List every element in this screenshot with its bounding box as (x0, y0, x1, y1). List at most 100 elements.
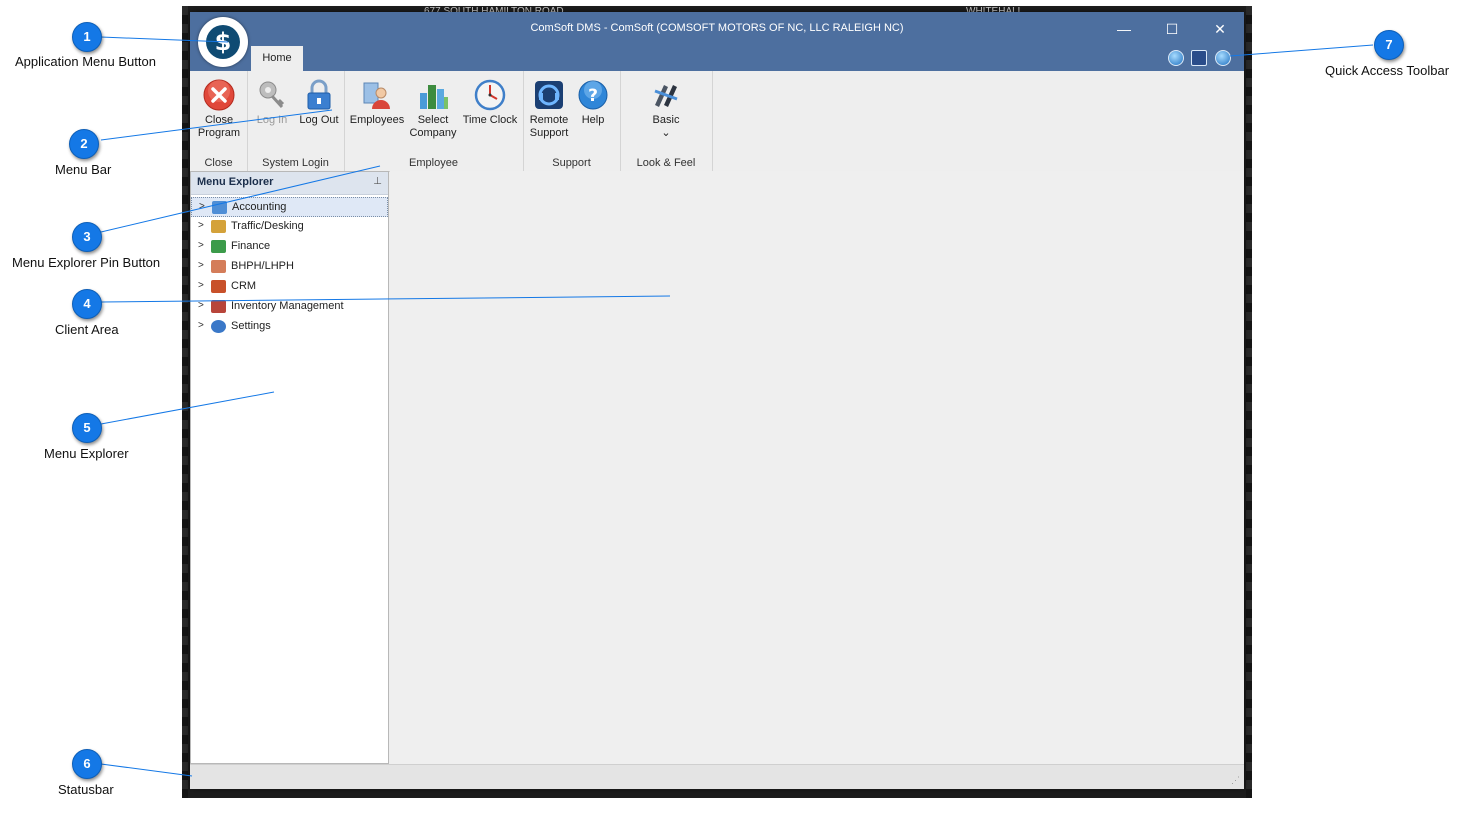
ribbon-group-label: Close (204, 157, 233, 169)
money-icon (211, 240, 226, 253)
tree-item-accounting[interactable]: > Accounting (191, 197, 388, 217)
background-stripe (1246, 6, 1252, 798)
tree-item-label: Traffic/Desking (231, 220, 304, 232)
callout-line (100, 763, 193, 777)
time-clock-label: Time Clock (462, 114, 518, 126)
qat-info-icon[interactable] (1215, 50, 1231, 66)
tree-item-crm[interactable]: > CRM (191, 277, 388, 297)
ribbon-group-label: Support (552, 157, 591, 169)
log-in-button[interactable]: Log In (253, 79, 291, 127)
tree-item-label: Settings (231, 320, 271, 332)
close-program-label-1: Close (204, 114, 234, 126)
tree-item-finance[interactable]: > Finance (191, 237, 388, 257)
tree-item-label: Accounting (232, 201, 287, 213)
company-icon (420, 85, 448, 109)
close-window-button[interactable]: ✕ (1205, 18, 1235, 40)
callout-badge: 7 (1374, 30, 1404, 60)
close-program-button[interactable]: Close Program (194, 79, 244, 140)
key-icon (259, 81, 285, 109)
menu-explorer-header: Menu Explorer ⊥ (191, 172, 388, 195)
maximize-button[interactable]: ☐ (1157, 18, 1187, 40)
remote-support-label-1: Remote (529, 114, 569, 126)
ribbon-group-employee: Employees Select Company Time Clock Empl… (344, 71, 524, 171)
chevron-right-icon[interactable]: > (198, 260, 204, 271)
callout-badge: 5 (72, 413, 102, 443)
select-company-label-1: Select (417, 114, 449, 126)
help-button[interactable]: ? Help (575, 79, 611, 127)
ribbon-menu-bar: Close Program Close Log In Log Out Syste… (190, 71, 1244, 172)
chevron-right-icon[interactable]: > (198, 240, 204, 251)
application-window: ComSoft DMS - ComSoft (COMSOFT MOTORS OF… (190, 12, 1244, 789)
callout-badge: 4 (72, 289, 102, 319)
chevron-right-icon[interactable]: > (198, 280, 204, 291)
minimize-button[interactable]: — (1109, 18, 1139, 40)
qat-remote-support-icon[interactable] (1191, 50, 1207, 66)
help-label: Help (581, 114, 605, 126)
ribbon-group-look-and-feel: Basic ⌄ Look & Feel (620, 71, 713, 171)
signpost-icon (211, 220, 226, 233)
tree-item-label: BHPH/LHPH (231, 260, 294, 272)
tree-item-settings[interactable]: > Settings (191, 317, 388, 337)
chevron-right-icon[interactable]: > (199, 201, 205, 212)
ribbon-group-label: Look & Feel (636, 157, 696, 169)
ribbon-group-label: System Login (262, 157, 329, 169)
log-out-button[interactable]: Log Out (296, 79, 342, 127)
menu-explorer-title: Menu Explorer (197, 176, 274, 188)
tree-item-bhph-lhph[interactable]: > BHPH/LHPH (191, 257, 388, 277)
clock-icon (474, 79, 506, 111)
tree-item-label: CRM (231, 280, 257, 292)
title-bar: ComSoft DMS - ComSoft (COMSOFT MOTORS OF… (190, 12, 1244, 71)
remote-support-label-2: Support (529, 127, 569, 139)
chevron-right-icon[interactable]: > (198, 320, 204, 331)
log-in-label: Log In (256, 114, 288, 126)
chevron-down-icon: ⌄ (661, 127, 671, 139)
ribbon-group-support: Remote Support ? Help Support (523, 71, 621, 171)
callout-label: Application Menu Button (15, 54, 156, 69)
car-icon (211, 300, 226, 313)
tree-item-label: Finance (231, 240, 271, 252)
menu-explorer: Menu Explorer ⊥ > Accounting > Traffic/D… (190, 171, 389, 764)
tree-item-traffic-desking[interactable]: > Traffic/Desking (191, 217, 388, 237)
employees-button[interactable]: Employees (349, 79, 405, 127)
log-out-label: Log Out (299, 114, 339, 126)
basic-theme-button[interactable]: Basic ⌄ (642, 79, 690, 140)
application-menu-button[interactable]: $ (198, 17, 248, 67)
help-icon: ? (578, 80, 608, 110)
callout-label: Client Area (55, 322, 119, 337)
select-company-label-2: Company (409, 127, 457, 139)
employees-icon (363, 82, 390, 109)
time-clock-button[interactable]: Time Clock (462, 79, 518, 127)
ribbon-group-close: Close Program Close (190, 71, 248, 171)
close-circle-icon (203, 79, 235, 111)
pin-icon[interactable]: ⊥ (373, 176, 382, 187)
tree-item-inventory-management[interactable]: > Inventory Management (191, 297, 388, 317)
chevron-right-icon[interactable]: > (198, 300, 204, 311)
window-title: ComSoft DMS - ComSoft (COMSOFT MOTORS OF… (530, 22, 904, 34)
svg-text:?: ? (588, 86, 598, 106)
tab-home[interactable]: Home (251, 46, 303, 71)
calculator-icon (212, 201, 227, 214)
callout-label: Menu Explorer (44, 446, 129, 461)
tree-item-label: Inventory Management (231, 300, 344, 312)
chevron-right-icon[interactable]: > (198, 220, 204, 231)
callout-label: Quick Access Toolbar (1325, 63, 1450, 78)
callout-badge: 2 (69, 129, 99, 159)
callout-label: Statusbar (58, 782, 114, 797)
resize-grip-icon[interactable]: ⋰ (1231, 775, 1240, 786)
dollar-logo-icon: $ (206, 25, 240, 59)
padlock-icon (307, 79, 331, 110)
callout-label: Menu Bar (55, 162, 112, 177)
status-bar: ⋰ (190, 764, 1244, 789)
callout-badge: 1 (72, 22, 102, 52)
ribbon-group-label: Employee (409, 157, 458, 169)
qat-help-icon[interactable] (1168, 50, 1184, 66)
remote-support-icon (535, 81, 563, 109)
callout-badge: 3 (72, 222, 102, 252)
gear-icon (211, 320, 226, 333)
employees-label: Employees (349, 114, 405, 126)
basic-theme-label: Basic (652, 114, 680, 126)
remote-support-button[interactable]: Remote Support (526, 79, 572, 140)
select-company-button[interactable]: Select Company (406, 79, 460, 140)
theme-icon (654, 85, 678, 107)
client-area[interactable] (390, 171, 1244, 764)
